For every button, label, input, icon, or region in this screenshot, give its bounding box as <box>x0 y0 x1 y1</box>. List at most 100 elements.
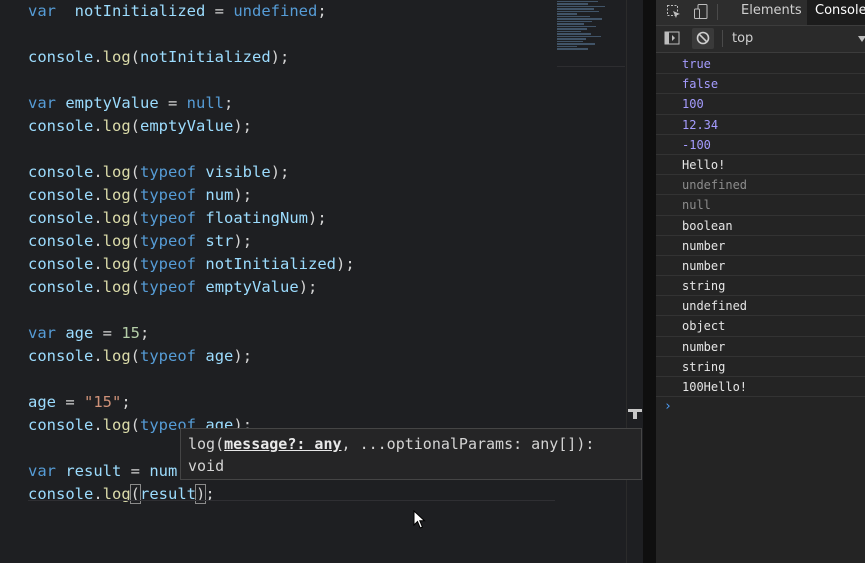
code-line[interactable]: console.log(typeof num); <box>28 184 355 207</box>
code-token: var <box>28 324 56 342</box>
dropdown-icon[interactable] <box>858 36 865 42</box>
code-line[interactable]: age = "15"; <box>28 391 355 414</box>
code-token: ; <box>224 94 234 112</box>
code-line[interactable]: var emptyValue = null; <box>28 92 355 115</box>
console-message: false <box>656 74 865 95</box>
current-line-highlight <box>28 500 555 501</box>
code-line[interactable]: console.log(emptyValue); <box>28 115 355 138</box>
code-token: notInitialized <box>74 2 206 20</box>
code-token: console <box>28 416 94 434</box>
minimap-line <box>557 23 585 25</box>
code-token: ); <box>270 163 290 181</box>
code-line[interactable] <box>28 138 355 161</box>
console-prompt-input[interactable]: › <box>656 397 865 417</box>
code-token: console <box>28 209 94 227</box>
code-line[interactable]: console.log(typeof age); <box>28 345 355 368</box>
panel-divider[interactable] <box>643 0 656 563</box>
code-line[interactable] <box>28 368 355 391</box>
code-token: ( <box>130 278 141 296</box>
minimap-line <box>557 48 589 50</box>
code-token: age <box>65 324 94 342</box>
minimap-line <box>557 13 578 15</box>
code-token: . <box>93 209 103 227</box>
code-token: typeof <box>140 163 197 181</box>
code-token: log <box>102 209 131 227</box>
code-token: 15 <box>121 324 141 342</box>
code-line[interactable]: console.log(notInitialized); <box>28 46 355 69</box>
minimap-line <box>557 3 588 5</box>
code-line[interactable]: console.log(typeof visible); <box>28 161 355 184</box>
code-line[interactable]: console.log(typeof str); <box>28 230 355 253</box>
code-token: typeof <box>140 278 197 296</box>
minimap-line <box>557 10 600 13</box>
code-token: log <box>102 117 131 135</box>
code-line[interactable] <box>28 69 355 92</box>
tab-elements[interactable]: Elements <box>741 0 802 25</box>
context-selector[interactable]: top <box>732 31 753 46</box>
return-type: void <box>188 457 225 475</box>
code-token: ( <box>130 416 141 434</box>
code-line[interactable]: console.log(typeof emptyValue); <box>28 276 355 299</box>
code-line[interactable]: console.log(typeof floatingNum); <box>28 207 355 230</box>
code-token: ( <box>130 48 141 66</box>
code-token: . <box>93 232 103 250</box>
console-message: null <box>656 195 865 216</box>
code-token: ( <box>130 117 141 135</box>
code-line[interactable]: var age = 15; <box>28 322 355 345</box>
code-token: var <box>28 2 56 20</box>
clear-console-button[interactable] <box>692 28 714 49</box>
code-line[interactable] <box>28 299 355 322</box>
code-token: ); <box>233 347 253 365</box>
minimap-line <box>557 45 578 48</box>
clear-console-icon <box>696 31 710 45</box>
code-token: = <box>158 94 187 112</box>
minimap-line <box>557 30 582 33</box>
code-token: ); <box>233 117 253 135</box>
minimap[interactable] <box>557 0 625 66</box>
code-token: emptyValue <box>65 94 159 112</box>
code-token: console <box>28 48 94 66</box>
code-token: log <box>102 278 131 296</box>
code-token: ( <box>130 163 141 181</box>
console-message: number <box>656 337 865 357</box>
parameter-hint-popup: log(message?: any, ...optionalParams: an… <box>180 428 642 480</box>
tab-console[interactable]: Console <box>807 0 865 25</box>
code-line[interactable]: console.log(result); <box>28 483 355 506</box>
code-token: null <box>186 94 224 112</box>
minimap-line <box>557 15 590 18</box>
device-toolbar-icon[interactable] <box>693 3 709 20</box>
code-token: ( <box>130 347 141 365</box>
code-token: console <box>28 117 94 135</box>
code-token: . <box>93 255 103 273</box>
code-token: ); <box>298 278 318 296</box>
code-token: typeof <box>140 232 197 250</box>
minimap-line <box>557 40 583 43</box>
devtools-panel: Elements Console top true false 100 12.34 -1… <box>656 0 865 563</box>
code-line[interactable]: var notInitialized = undefined; <box>28 0 355 23</box>
inspect-icon[interactable] <box>666 4 682 20</box>
minimap-line <box>557 38 586 40</box>
code-line[interactable] <box>28 23 355 46</box>
code-line[interactable]: console.log(typeof notInitialized); <box>28 253 355 276</box>
console-message: undefined <box>656 296 865 317</box>
code-token: ); <box>233 232 253 250</box>
code-token: = <box>205 2 234 20</box>
console-message: undefined <box>656 175 865 196</box>
sidebar-toggle-icon[interactable] <box>664 31 680 46</box>
code-token: typeof <box>140 255 197 273</box>
code-token: var <box>28 94 56 112</box>
tab-separator <box>717 4 718 20</box>
console-output: true false 100 12.34 -100 Hello! undefined null… <box>656 54 865 417</box>
code-token: log <box>102 347 131 365</box>
code-token: console <box>28 278 94 296</box>
code-token: age <box>205 347 234 365</box>
code-token: . <box>93 278 103 296</box>
code-token: ( <box>130 255 141 273</box>
code-token: var <box>28 462 56 480</box>
code-token: age <box>28 393 56 411</box>
